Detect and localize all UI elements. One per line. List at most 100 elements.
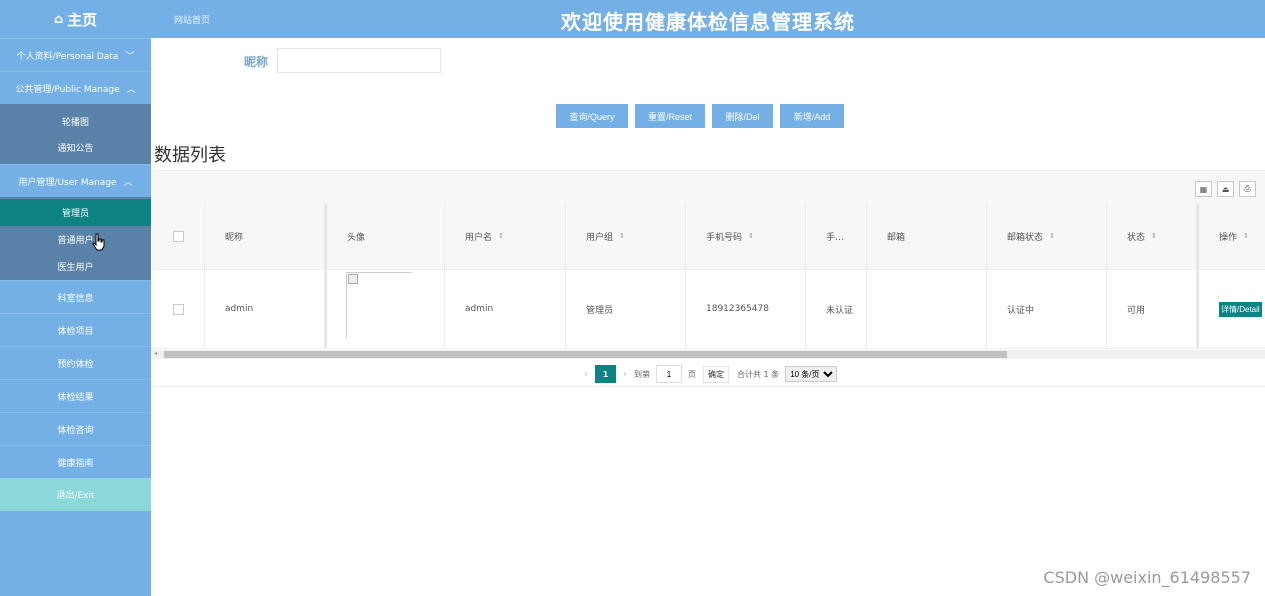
page-size-select[interactable]: 10 条/页 [785, 366, 838, 382]
goto-confirm-button[interactable]: 确定 [703, 365, 729, 383]
exit-button[interactable]: 退出/Exit [0, 478, 151, 511]
menu-user-manage-label: 用户管理/User Manage [18, 177, 117, 188]
cell-nickname: admin [205, 270, 325, 348]
goto-label: 到第 [634, 369, 650, 379]
menu-personal-data-label: 个人资料/Personal Data [16, 51, 119, 62]
table-row: admin admin 管理员 18912365478 未认证 认证中 可用 详… [152, 270, 1265, 349]
data-table: 昵称 头像 用户名 ⇕ 用户组 ⇕ 手机号码 ⇕ 手… 邮箱 邮箱状态 ⇕ 状态… [152, 203, 1265, 350]
pagination: ‹ 1 › 到第 页 确定 合计共 1 条 10 条/页 [577, 365, 838, 383]
header-username[interactable]: 用户名 ⇕ [445, 203, 566, 269]
export-icon[interactable]: ⏏ [1217, 181, 1234, 197]
sort-icon[interactable]: ⇕ [498, 232, 504, 240]
table-toolbar: ▦ ⏏ ⎙ [152, 170, 1265, 203]
goto-page-input[interactable] [656, 365, 682, 383]
watermark: CSDN @weixin_61498557 [1043, 568, 1251, 587]
main-content: 昵称 查询/Query 重置/Reset 删除/Del 新增/Add 数据列表 … [151, 38, 1265, 596]
query-button[interactable]: 查询/Query [556, 104, 628, 128]
sidebar-item-admin[interactable]: 管理员 [0, 199, 151, 226]
chevron-up-icon: ︿ [126, 84, 136, 95]
sort-icon[interactable]: ⇕ [1243, 232, 1249, 240]
sidebar-item-exam-items[interactable]: 体检项目 [0, 313, 151, 346]
print-icon[interactable]: ⎙ [1239, 181, 1256, 197]
chevron-up-icon: ︿ [123, 177, 133, 188]
sidebar-item-health-guide[interactable]: 健康指南 [0, 445, 151, 478]
header-phone-label: 手机号码 [706, 232, 743, 243]
broken-image-icon [348, 274, 358, 284]
divider [152, 386, 1265, 387]
sort-icon[interactable]: ⇕ [619, 232, 625, 240]
header-status[interactable]: 状态 ⇕ [1107, 203, 1197, 269]
cell-group: 管理员 [566, 270, 686, 348]
menu-public-manage-label: 公共管理/Public Manage [15, 84, 120, 95]
cell-phone: 18912365478 [686, 270, 806, 348]
top-bar: 网站首页 欢迎使用健康体检信息管理系统 [151, 0, 1265, 38]
sidebar-item-department[interactable]: 科室信息 [0, 280, 151, 313]
sidebar-item-normal-user[interactable]: 普通用户 [0, 226, 151, 253]
select-all-checkbox[interactable] [172, 230, 184, 242]
header-phone-status-label: 手… [826, 232, 845, 243]
hand-cursor-icon [92, 233, 105, 251]
row-checkbox[interactable] [172, 303, 184, 315]
menu-user-manage[interactable]: 用户管理/User Manage ︿ [0, 164, 151, 197]
reset-button[interactable]: 重置/Reset [635, 104, 705, 128]
sidebar-item-notices[interactable]: 通知公告 [0, 134, 151, 160]
delete-button[interactable]: 删除/Del [712, 104, 773, 128]
cell-email [867, 270, 987, 348]
sidebar-item-consult[interactable]: 体检咨询 [0, 412, 151, 445]
header-email-label: 邮箱 [887, 232, 906, 243]
sort-icon[interactable]: ⇕ [1151, 232, 1157, 240]
submenu-user-manage: 管理员 普通用户 医生用户 [0, 197, 151, 280]
columns-icon[interactable]: ▦ [1195, 181, 1212, 197]
detail-button[interactable]: 详情/Detail [1219, 301, 1262, 317]
select-all-cell [152, 203, 205, 269]
add-button[interactable]: 新增/Add [780, 104, 844, 128]
page-number-current[interactable]: 1 [595, 365, 616, 383]
row-select-cell [152, 270, 205, 348]
header-nickname: 昵称 [205, 203, 325, 269]
sort-icon[interactable]: ⇕ [1049, 232, 1055, 240]
horizontal-scrollbar[interactable]: ◂ [152, 350, 1265, 359]
header-email: 邮箱 [867, 203, 987, 269]
action-buttons: 查询/Query 重置/Reset 删除/Del 新增/Add [556, 104, 844, 128]
header-phone[interactable]: 手机号码 ⇕ [686, 203, 806, 269]
sort-icon[interactable]: ⇕ [748, 232, 754, 240]
sidebar-item-booking[interactable]: 预约体检 [0, 346, 151, 379]
home-link[interactable]: ⌂ 主页 [0, 0, 151, 38]
submenu-public-manage: 轮播图 通知公告 [0, 104, 151, 164]
header-status-label: 状态 [1127, 232, 1146, 243]
nickname-search-input[interactable] [277, 48, 441, 73]
header-phone-status: 手… [806, 203, 867, 269]
header-group[interactable]: 用户组 ⇕ [566, 203, 686, 269]
cell-username: admin [445, 270, 566, 348]
chevron-down-icon: ﹀ [125, 51, 135, 62]
home-label: 主页 [67, 10, 98, 29]
prev-page-icon[interactable]: ‹ [584, 369, 588, 380]
page-unit-label: 页 [688, 369, 696, 379]
header-action-label: 操作 [1219, 232, 1238, 243]
total-count: 合计共 1 条 [737, 369, 780, 379]
sidebar: ⌂ 主页 个人资料/Personal Data ﹀ 公共管理/Public Ma… [0, 0, 151, 596]
header-email-status-label: 邮箱状态 [1007, 232, 1044, 243]
scrollbar-thumb[interactable] [164, 351, 1007, 358]
sidebar-item-doctor-user[interactable]: 医生用户 [0, 253, 151, 280]
cell-phone-status: 未认证 [806, 270, 867, 348]
next-page-icon[interactable]: › [623, 369, 627, 380]
menu-public-manage[interactable]: 公共管理/Public Manage ︿ [0, 71, 151, 104]
sidebar-item-carousel[interactable]: 轮播图 [0, 108, 151, 134]
header-action[interactable]: 操作 ⇕ [1197, 203, 1265, 269]
list-title: 数据列表 [154, 145, 226, 166]
home-icon: ⌂ [53, 11, 64, 27]
cell-email-status: 认证中 [987, 270, 1107, 348]
header-avatar-label: 头像 [347, 232, 366, 243]
page-title: 欢迎使用健康体检信息管理系统 [561, 10, 855, 34]
menu-personal-data[interactable]: 个人资料/Personal Data ﹀ [0, 38, 151, 71]
cell-action: 详情/Detail [1197, 270, 1265, 348]
cell-avatar [325, 270, 445, 348]
sidebar-item-results[interactable]: 体检结果 [0, 379, 151, 412]
table-header-row: 昵称 头像 用户名 ⇕ 用户组 ⇕ 手机号码 ⇕ 手… 邮箱 邮箱状态 ⇕ 状态… [152, 203, 1265, 270]
nickname-label: 昵称 [244, 55, 269, 69]
header-email-status[interactable]: 邮箱状态 ⇕ [987, 203, 1107, 269]
header-avatar: 头像 [325, 203, 445, 269]
header-username-label: 用户名 [465, 232, 493, 243]
scroll-left-icon[interactable]: ◂ [154, 350, 157, 357]
